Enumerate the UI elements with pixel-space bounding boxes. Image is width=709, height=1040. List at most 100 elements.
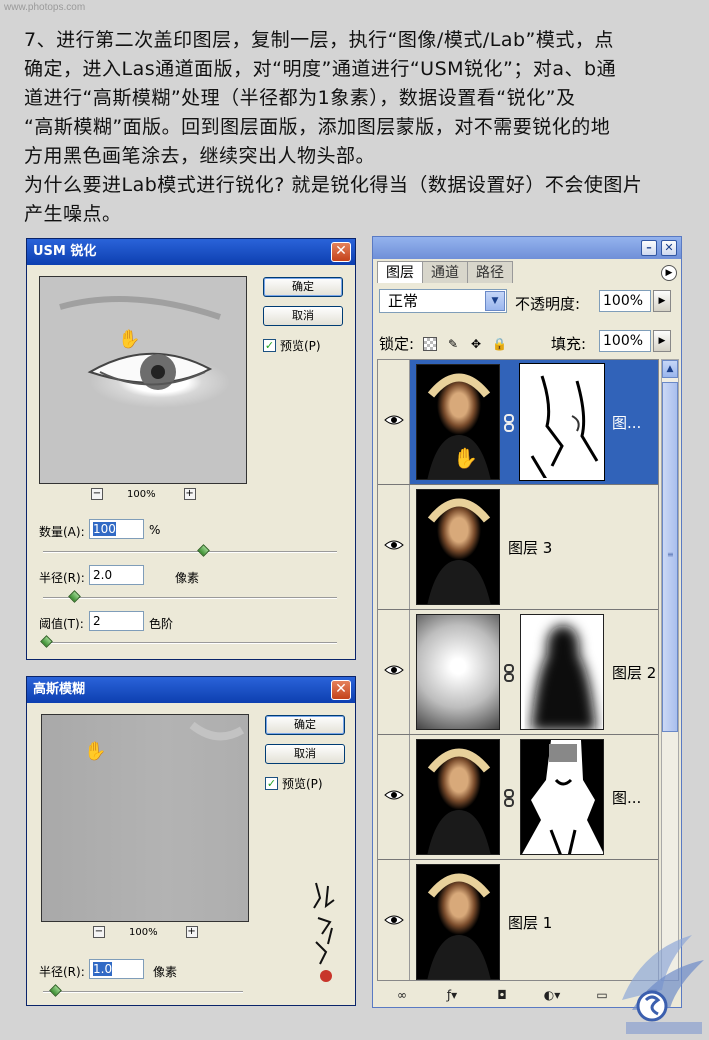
visibility-toggle[interactable] — [378, 860, 410, 980]
cancel-button[interactable]: 取消 — [263, 306, 343, 326]
close-icon: ✕ — [335, 681, 347, 697]
portrait-thumbnail-graphic: ✋ — [427, 373, 491, 479]
adjustment-layer-icon[interactable]: ◐▾ — [542, 987, 562, 1003]
radius-slider-thumb[interactable] — [49, 984, 62, 997]
layer-thumbnail[interactable]: ✋ — [416, 364, 500, 480]
fill-input[interactable]: 100% — [599, 330, 651, 352]
zoom-in-button[interactable]: + — [183, 488, 196, 500]
visibility-toggle[interactable] — [378, 735, 410, 859]
layers-scrollbar[interactable]: ▲ ≡ — [661, 359, 679, 981]
gaussian-blur-dialog: 高斯模糊 ✕ ✋ 确定 取消 ✓ 预览(P) − 100% + 半径(R): 1… — [26, 676, 356, 1006]
layer-row[interactable]: 图层 3 — [378, 485, 658, 610]
amount-slider-thumb[interactable] — [197, 544, 210, 557]
layer-name[interactable]: 图层 1 — [508, 912, 552, 933]
tab-channels[interactable]: 通道 — [422, 261, 468, 283]
close-button[interactable]: ✕ — [331, 680, 351, 700]
threshold-label: 阈值(T): — [39, 617, 84, 631]
visibility-toggle[interactable] — [378, 485, 410, 609]
move-icon[interactable]: ✥ — [469, 337, 483, 351]
hand-cursor-icon: ✋ — [453, 446, 478, 470]
preview-label: 预览(P) — [280, 339, 321, 353]
panel-titlebar[interactable]: – ✕ — [373, 237, 681, 259]
layer-thumbnail[interactable] — [416, 864, 500, 980]
cancel-button[interactable]: 取消 — [265, 744, 345, 764]
amount-input[interactable]: 100 — [89, 519, 144, 539]
lock-icon[interactable]: 🔒 — [492, 337, 507, 351]
link-layers-icon[interactable]: ∞ — [392, 987, 412, 1003]
close-button[interactable]: ✕ — [661, 240, 677, 256]
close-icon: ✕ — [664, 241, 674, 254]
tab-layers[interactable]: 图层 — [377, 261, 423, 283]
layer-name[interactable]: 图... — [612, 787, 641, 808]
new-group-icon[interactable]: ▭ — [592, 987, 612, 1003]
radius-label: 半径(R): — [39, 571, 85, 585]
preview-image[interactable]: ✋ — [41, 714, 249, 922]
threshold-input[interactable]: 2 — [89, 611, 144, 631]
instruction-line: 为什么要进Lab模式进行锐化? 就是锐化得当（数据设置好）不会使图片 — [24, 174, 643, 196]
layer-row[interactable]: 图... — [378, 735, 658, 860]
layer-row[interactable]: ✋ 图... — [378, 360, 658, 485]
tab-paths[interactable]: 路径 — [467, 261, 513, 283]
radius-slider[interactable] — [43, 991, 243, 993]
preview-checkbox-row[interactable]: ✓ 预览(P) — [265, 775, 323, 792]
dialog-title: 高斯模糊 — [33, 682, 86, 697]
chain-link-icon[interactable] — [504, 789, 514, 807]
radius-slider-thumb[interactable] — [68, 590, 81, 603]
brush-icon[interactable]: ✎ — [446, 337, 460, 351]
blur-preview-graphic: ✋ — [84, 721, 245, 762]
lock-transparency-icon[interactable] — [423, 336, 438, 351]
radius-slider[interactable] — [43, 597, 337, 599]
layer-name[interactable]: 图... — [612, 412, 641, 433]
instruction-line: 产生噪点。 — [24, 203, 122, 225]
minimize-button[interactable]: – — [641, 240, 657, 256]
opacity-input[interactable]: 100% — [599, 290, 651, 312]
scroll-thumb[interactable]: ≡ — [662, 382, 678, 732]
preview-checkbox[interactable]: ✓ — [263, 339, 276, 352]
ok-button[interactable]: 确定 — [265, 715, 345, 735]
zoom-controls: − 100% + — [93, 926, 198, 938]
dialog-titlebar[interactable]: 高斯模糊 ✕ — [27, 677, 355, 703]
radius-input[interactable]: 2.0 — [89, 565, 144, 585]
preview-image[interactable]: ✋ — [39, 276, 247, 484]
layer-thumbnail[interactable] — [416, 614, 500, 730]
layer-name[interactable]: 图层 2 — [612, 662, 656, 683]
close-button[interactable]: ✕ — [331, 242, 351, 262]
chevron-down-icon[interactable]: ▼ — [485, 291, 505, 311]
amount-slider[interactable] — [43, 551, 337, 553]
blend-mode-select[interactable]: 正常 ▼ — [379, 289, 507, 313]
radius-label: 半径(R): — [39, 965, 85, 979]
layer-mask-thumbnail[interactable] — [520, 739, 604, 855]
eye-icon — [384, 540, 404, 550]
visibility-toggle[interactable] — [378, 610, 410, 734]
layer-mask-thumbnail[interactable] — [520, 614, 604, 730]
chain-link-icon[interactable] — [504, 414, 514, 432]
layer-row[interactable]: 图层 2 — [378, 610, 658, 735]
opacity-slider-button[interactable]: ▶ — [653, 290, 671, 312]
preview-checkbox-row[interactable]: ✓ 预览(P) — [263, 337, 321, 354]
ok-button[interactable]: 确定 — [263, 277, 343, 297]
visibility-toggle[interactable] — [378, 360, 410, 484]
layer-thumbnail[interactable] — [416, 739, 500, 855]
panel-menu-button[interactable]: ▶ — [661, 265, 677, 281]
hand-cursor-icon: ✋ — [84, 740, 106, 762]
zoom-out-button[interactable]: − — [93, 926, 105, 938]
scroll-up-button[interactable]: ▲ — [662, 360, 678, 378]
instruction-line: “高斯模糊”面版。回到图层面版，添加图层蒙版，对不需要锐化的地 — [24, 116, 611, 138]
dialog-titlebar[interactable]: USM 锐化 ✕ — [27, 239, 355, 265]
zoom-in-button[interactable]: + — [185, 926, 198, 938]
dialog-title: USM 锐化 — [33, 244, 97, 259]
zoom-out-button[interactable]: − — [91, 488, 103, 500]
chain-link-icon[interactable] — [504, 664, 514, 682]
threshold-slider-thumb[interactable] — [40, 635, 53, 648]
preview-checkbox[interactable]: ✓ — [265, 777, 278, 790]
threshold-slider[interactable] — [43, 642, 337, 644]
radius-input[interactable]: 1.0 — [89, 959, 144, 979]
zoom-controls: − 100% + — [91, 488, 196, 500]
layer-style-icon[interactable]: ƒ▾ — [442, 987, 462, 1003]
add-mask-icon[interactable]: ◘ — [492, 987, 512, 1003]
fill-slider-button[interactable]: ▶ — [653, 330, 671, 352]
layer-thumbnail[interactable] — [416, 489, 500, 605]
layer-name[interactable]: 图层 3 — [508, 537, 552, 558]
eye-icon — [384, 790, 404, 800]
layer-mask-thumbnail[interactable] — [520, 364, 604, 480]
